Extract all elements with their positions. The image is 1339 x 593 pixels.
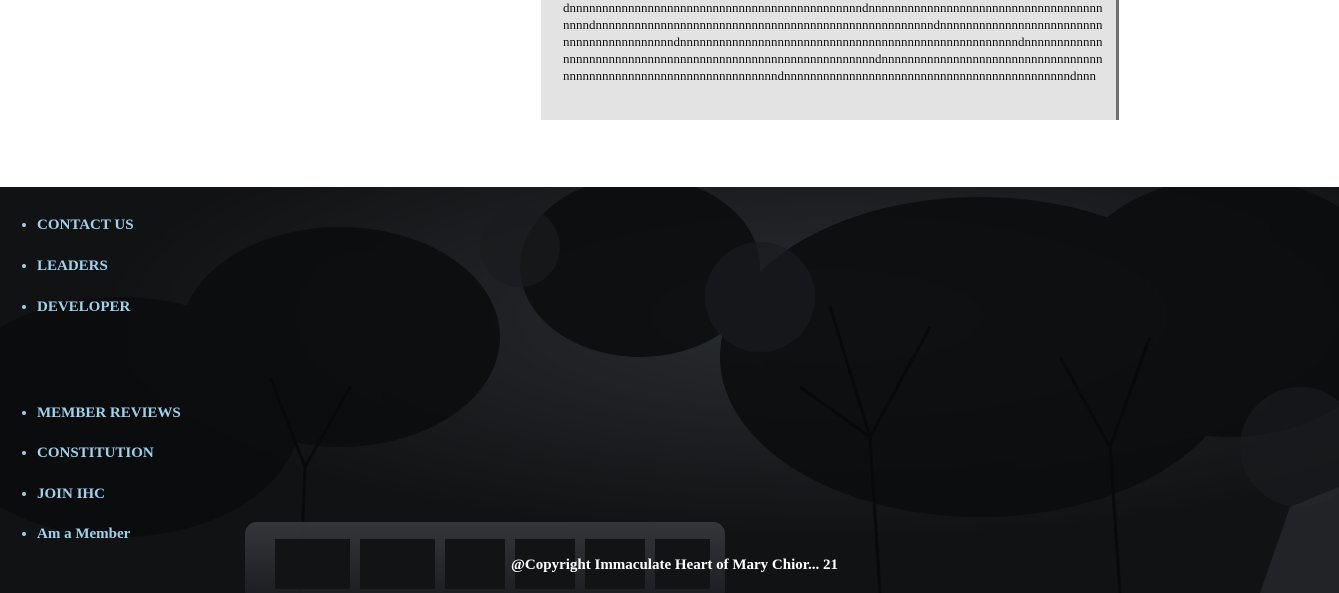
copyright-text: @Copyright Immaculate Heart of Mary Chio… bbox=[510, 557, 839, 573]
footer-nav-item-member-reviews: MEMBER REVIEWS bbox=[22, 403, 181, 423]
bullet-icon bbox=[22, 411, 26, 415]
contact-us-link[interactable]: CONTACT US bbox=[37, 217, 134, 234]
footer-nav-item-developer: DEVELOPER bbox=[22, 297, 130, 317]
footer-nav-item-constitution: CONSTITUTION bbox=[22, 443, 154, 463]
member-reviews-link[interactable]: MEMBER REVIEWS bbox=[37, 405, 181, 422]
leaders-link[interactable]: LEADERS bbox=[37, 258, 108, 275]
article-text: dnnnnnnnnnnnnnnnnnnnnnnnnnnnnnnnnnnnnnnn… bbox=[563, 0, 1103, 83]
developer-link[interactable]: DEVELOPER bbox=[37, 299, 130, 316]
bullet-icon bbox=[22, 492, 26, 496]
bullet-icon bbox=[22, 223, 26, 227]
bullet-icon bbox=[22, 451, 26, 455]
content-area: dnnnnnnnnnnnnnnnnnnnnnnnnnnnnnnnnnnnnnnn… bbox=[0, 0, 1339, 187]
site-footer: CONTACT US LEADERS DEVELOPER MEMBER REVI… bbox=[0, 187, 1339, 593]
footer-nav-item-contact-us: CONTACT US bbox=[22, 215, 134, 235]
footer-background-image bbox=[0, 187, 1339, 593]
am-a-member-link[interactable]: Am a Member bbox=[37, 526, 130, 543]
footer-nav-item-am-a-member: Am a Member bbox=[22, 524, 130, 544]
join-ihc-link[interactable]: JOIN IHC bbox=[37, 486, 105, 503]
bullet-icon bbox=[22, 532, 26, 536]
footer-nav-item-join-ihc: JOIN IHC bbox=[22, 484, 105, 504]
bullet-icon bbox=[22, 305, 26, 309]
article-card: dnnnnnnnnnnnnnnnnnnnnnnnnnnnnnnnnnnnnnnn… bbox=[541, 0, 1119, 120]
constitution-link[interactable]: CONSTITUTION bbox=[37, 445, 154, 462]
footer-nav-item-leaders: LEADERS bbox=[22, 256, 108, 276]
bullet-icon bbox=[22, 264, 26, 268]
